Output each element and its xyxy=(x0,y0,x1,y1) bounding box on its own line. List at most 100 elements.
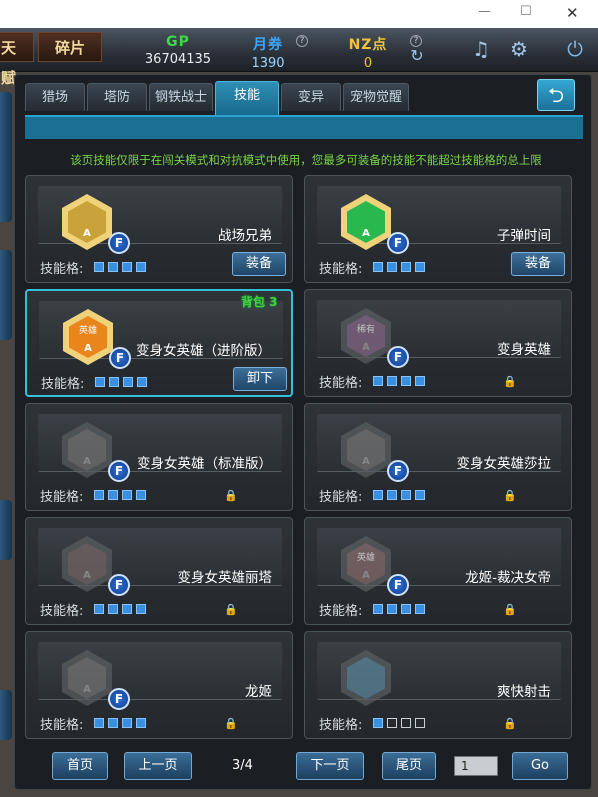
slot-filled xyxy=(94,718,104,728)
skill-card[interactable]: A F 变身女英雄莎拉 技能格: 🔒 xyxy=(304,403,572,511)
f-badge-icon: F xyxy=(387,574,409,596)
skill-rank: A xyxy=(68,543,106,585)
slot-filled xyxy=(373,490,383,500)
skill-card[interactable]: A 稀有 F 变身英雄 技能格: 🔒 xyxy=(304,289,572,397)
first-page-button[interactable]: 首页 xyxy=(52,752,108,780)
slot-filled xyxy=(108,604,118,614)
slot-label: 技能格: xyxy=(319,376,363,391)
go-button[interactable]: Go xyxy=(512,752,568,780)
slot-filled xyxy=(94,490,104,500)
slot-filled xyxy=(415,490,425,500)
skill-name: 子弹时间 xyxy=(497,228,551,244)
window-titlebar: — ☐ ✕ xyxy=(0,0,598,28)
page-number-input[interactable]: 1 xyxy=(454,756,498,776)
slot-filled xyxy=(415,604,425,614)
equip-button[interactable]: 装备 xyxy=(511,252,565,276)
slot-label: 技能格: xyxy=(40,604,84,619)
skill-notice: 该页技能仅限于在闯关模式和对抗模式中使用，您最多可装备的技能不能超过技能格的总上… xyxy=(70,153,542,167)
tab-pet-awakening[interactable]: 宠物觉醒 xyxy=(343,83,409,111)
music-icon[interactable]: ♫ xyxy=(464,32,498,66)
slot-filled xyxy=(401,604,411,614)
skill-card[interactable]: A F 变身女英雄丽塔 技能格: 🔒 xyxy=(25,517,293,625)
left-edge-panel xyxy=(0,690,12,740)
slot-filled xyxy=(401,376,411,386)
heroine-standard-skill-icon: A xyxy=(62,422,112,478)
shard-tab[interactable]: 碎片 xyxy=(38,32,102,62)
rapid-shot-skill-icon xyxy=(341,650,391,706)
slot-filled xyxy=(387,490,397,500)
tab-tower-defense[interactable]: 塔防 xyxy=(87,83,147,111)
slot-label: 技能格: xyxy=(319,604,363,619)
nz-currency: NZ点 0 xyxy=(326,34,410,71)
slot-filled xyxy=(415,376,425,386)
skill-card[interactable]: A F 子弹时间 技能格: 装备 xyxy=(304,175,572,283)
skill-rank xyxy=(347,657,385,699)
tab-skills[interactable]: 技能 xyxy=(215,81,279,115)
skill-rarity-label: 英雄 xyxy=(78,326,97,336)
slot-label: 技能格: xyxy=(40,490,84,505)
skill-card[interactable]: A F 变身女英雄（标准版） 技能格: 🔒 xyxy=(25,403,293,511)
skill-rank: A xyxy=(68,201,106,243)
settings-gear-icon[interactable]: ⚙ xyxy=(502,32,536,66)
heroine-sarah-skill-icon: A xyxy=(341,422,391,478)
last-page-button[interactable]: 尾页 xyxy=(382,752,436,780)
slot-filled xyxy=(387,376,397,386)
minimize-button[interactable]: — xyxy=(478,4,491,19)
points-help-icon[interactable]: ? xyxy=(296,35,308,47)
slot-label: 技能格: xyxy=(40,718,84,733)
left-edge-panel xyxy=(0,250,12,340)
lock-icon: 🔒 xyxy=(224,717,238,730)
slot-filled xyxy=(401,490,411,500)
tab-iron-warrior[interactable]: 钢铁战士 xyxy=(149,83,213,111)
skill-card[interactable]: A F 龙姬 技能格: 🔒 xyxy=(25,631,293,739)
slot-filled xyxy=(136,604,146,614)
refresh-icon[interactable]: ↻ xyxy=(406,44,428,66)
skill-name: 变身女英雄丽塔 xyxy=(177,570,273,586)
f-badge-icon: F xyxy=(109,347,131,369)
power-icon[interactable]: ⏻ xyxy=(558,32,592,66)
skill-rank: A xyxy=(68,429,106,471)
skill-card[interactable]: A 英雄 F 变身女英雄（进阶版） 背包 3 技能格: 卸下 xyxy=(25,289,293,397)
gp-currency: GP 36704135 xyxy=(136,34,220,68)
slot-filled xyxy=(373,604,383,614)
slot-label: 技能格: xyxy=(41,377,85,392)
slot-filled xyxy=(122,718,132,728)
close-button[interactable]: ✕ xyxy=(566,4,579,22)
skill-rank: A xyxy=(347,429,385,471)
heroine-rita-skill-icon: A xyxy=(62,536,112,592)
lock-icon: 🔒 xyxy=(503,603,517,616)
maximize-button[interactable]: ☐ xyxy=(520,4,532,19)
skill-name: 变身英雄 xyxy=(497,342,551,358)
slot-label: 技能格: xyxy=(319,718,363,733)
slot-filled xyxy=(109,377,119,387)
back-button[interactable]: ⮌ xyxy=(537,79,575,111)
next-page-button[interactable]: 下一页 xyxy=(296,752,364,780)
bag-slot-tag: 背包 3 xyxy=(241,295,278,309)
prev-page-button[interactable]: 上一页 xyxy=(124,752,192,780)
slot-empty xyxy=(401,718,411,728)
nz-label: NZ点 xyxy=(348,37,388,53)
slot-label: 技能格: xyxy=(319,490,363,505)
slot-filled xyxy=(136,262,146,272)
points-value: 1390 xyxy=(251,56,285,71)
unequip-button[interactable]: 卸下 xyxy=(233,367,287,391)
dragon-princess-skill-icon: A xyxy=(62,650,112,706)
slot-filled xyxy=(108,718,118,728)
skill-name: 龙姬-裁决女帝 xyxy=(465,570,551,586)
tab-mutation[interactable]: 变异 xyxy=(281,83,341,111)
nz-value: 0 xyxy=(363,56,373,71)
skill-name: 龙姬 xyxy=(245,684,272,700)
equip-button[interactable]: 装备 xyxy=(232,252,286,276)
slot-filled xyxy=(387,604,397,614)
skill-card[interactable]: 爽快射击 技能格: 🔒 xyxy=(304,631,572,739)
skills-panel: 猎场 塔防 钢铁战士 技能 变异 宠物觉醒 ⮌ 该页技能仅限于在闯关模式和对抗模… xyxy=(14,74,592,790)
slot-filled xyxy=(373,718,383,728)
skill-card[interactable]: A F 战场兄弟 技能格: 装备 xyxy=(25,175,293,283)
skill-card[interactable]: A 英雄 F 龙姬-裁决女帝 技能格: 🔒 xyxy=(304,517,572,625)
tab-hunting[interactable]: 猎场 xyxy=(25,83,85,111)
talent-tab[interactable]: 天赋 xyxy=(0,32,34,87)
bullet-time-skill-icon: A xyxy=(341,194,391,250)
slot-filled xyxy=(136,490,146,500)
lock-icon: 🔒 xyxy=(503,489,517,502)
slot-filled xyxy=(401,262,411,272)
